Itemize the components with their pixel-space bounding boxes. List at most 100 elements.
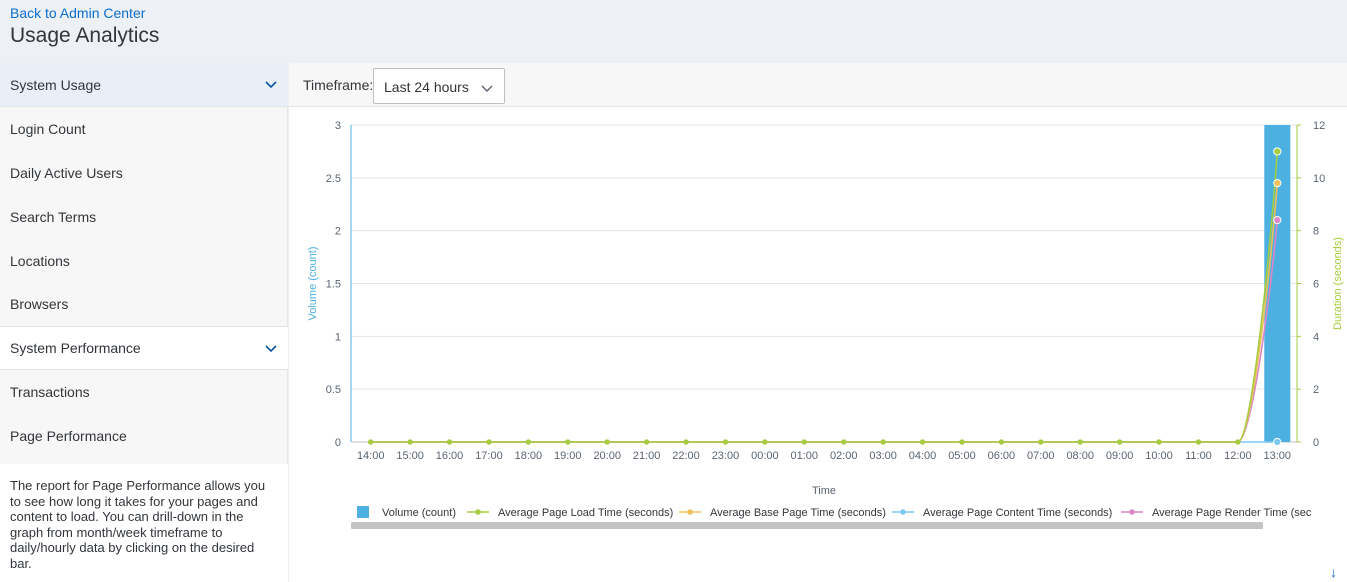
sidebar-item-page-performance[interactable]: Page Performance [0, 414, 288, 458]
sidebar-item-daily-active-users[interactable]: Daily Active Users [0, 151, 288, 195]
x-tick-label: 07:00 [1027, 450, 1055, 462]
y-axis-title: Volume (count) [307, 247, 319, 321]
timeframe-select[interactable]: Last 24 hours [373, 68, 505, 104]
x-tick-label: 02:00 [830, 450, 858, 462]
series-point [1117, 439, 1123, 445]
series-point [722, 439, 729, 445]
chevron-down-icon [265, 345, 277, 353]
sidebar-item-transactions[interactable]: Transactions [0, 370, 288, 414]
x-tick-label: 13:00 [1264, 450, 1292, 462]
x-axis-title: Time [812, 485, 836, 497]
series-point [644, 439, 650, 445]
x-tick-label: 18:00 [515, 450, 543, 462]
x-tick-label: 05:00 [948, 450, 976, 462]
y2-axis-title: Duration (seconds) [1332, 237, 1344, 330]
x-tick-label: 06:00 [988, 450, 1016, 462]
x-tick-label: 23:00 [712, 450, 740, 462]
series-point [762, 439, 768, 445]
y-tick-label: 1 [335, 331, 341, 343]
y2-tick-label: 2 [1313, 384, 1319, 396]
x-tick-label: 09:00 [1106, 450, 1134, 462]
y2-tick-label: 0 [1313, 437, 1319, 449]
legend-marker [900, 509, 906, 515]
series-point [525, 439, 531, 445]
sidebar-group-label: System Performance [10, 340, 141, 356]
legend-marker [687, 509, 693, 515]
series-point [841, 439, 847, 445]
series-point [1235, 439, 1241, 445]
series-point [683, 439, 689, 445]
legend-label: Volume (count) [382, 507, 456, 519]
x-tick-label: 22:00 [672, 450, 700, 462]
timeframe-value: Last 24 hours [384, 79, 469, 95]
page-performance-chart[interactable]: 0 0.5 1 1.5 2 2.5 3 0 2 4 6 8 10 12 14:00 15:00 16:00 17:… [289, 107, 1347, 582]
legend-label: Average Page Load Time (seconds) [498, 507, 673, 519]
x-tick-label: 10:00 [1145, 450, 1173, 462]
y-tick-label: 2.5 [326, 173, 341, 185]
y-tick-label: 3 [335, 120, 341, 132]
sidebar: System Usage Login Count Daily Active Us… [0, 63, 288, 582]
sidebar-item-search-terms[interactable]: Search Terms [0, 195, 288, 239]
sidebar-item-login-count[interactable]: Login Count [0, 107, 288, 151]
y2-tick-label: 8 [1313, 226, 1319, 238]
chevron-down-icon [481, 85, 493, 92]
page-title: Usage Analytics [10, 24, 160, 47]
sidebar-group-system-usage[interactable]: System Usage [0, 63, 288, 107]
series-point [1273, 437, 1282, 447]
legend-label: Average Page Content Time (seconds) [923, 507, 1112, 519]
x-tick-label: 00:00 [751, 450, 779, 462]
x-tick-label: 12:00 [1224, 450, 1252, 462]
series-point [801, 439, 807, 445]
x-tick-label: 04:00 [909, 450, 937, 462]
legend-swatch [357, 506, 369, 518]
series-point [1273, 179, 1282, 188]
y2-tick-label: 12 [1313, 120, 1325, 132]
series-point [959, 439, 965, 445]
series-point [486, 439, 492, 445]
sidebar-group-label: System Usage [10, 76, 102, 93]
series-point [1195, 439, 1202, 445]
legend-marker [1129, 509, 1135, 515]
series-point [1273, 216, 1282, 225]
legend-marker [475, 509, 481, 515]
y-tick-label: 1.5 [326, 279, 341, 291]
x-tick-label: 01:00 [791, 450, 819, 462]
y-tick-label: 0 [335, 437, 341, 449]
series-point [1038, 439, 1044, 445]
x-tick-label: 15:00 [396, 450, 424, 462]
main-content: Timeframe: Last 24 hours 0 0.5 1 1.5 2 2.5 3 0 2… [289, 63, 1347, 582]
series-point [998, 439, 1004, 445]
y2-tick-label: 10 [1313, 173, 1325, 185]
scroll-down-icon[interactable]: ↓ [1330, 564, 1337, 580]
series-point [407, 439, 413, 445]
x-tick-label: 03:00 [869, 450, 897, 462]
toolbar: Timeframe: Last 24 hours [289, 63, 1347, 107]
series-point [1273, 147, 1282, 156]
series-point [919, 439, 926, 445]
series-line [370, 220, 1279, 443]
x-tick-label: 11:00 [1185, 450, 1212, 462]
series-point [565, 439, 571, 445]
y2-tick-label: 6 [1313, 279, 1319, 291]
series-point [604, 439, 610, 445]
sidebar-item-browsers[interactable]: Browsers [0, 282, 288, 326]
series-point [1077, 439, 1083, 445]
y-tick-label: 0.5 [326, 384, 341, 396]
series-point [1156, 439, 1162, 445]
x-tick-label: 08:00 [1066, 450, 1094, 462]
sidebar-group-system-performance[interactable]: System Performance [0, 326, 288, 370]
x-tick-label: 20:00 [593, 450, 621, 462]
series-line [370, 151, 1279, 443]
timeframe-label: Timeframe: [303, 77, 374, 93]
series-point [880, 439, 886, 445]
back-to-admin-center-link[interactable]: Back to Admin Center [10, 5, 145, 21]
y2-tick-label: 4 [1313, 331, 1319, 343]
series-line [370, 183, 1279, 443]
sidebar-item-locations[interactable]: Locations [0, 239, 288, 283]
legend-scrollbar[interactable] [351, 522, 1263, 529]
x-tick-label: 19:00 [554, 450, 582, 462]
series-point [446, 439, 453, 445]
legend-label: Average Base Page Time (seconds) [710, 507, 886, 519]
legend-label: Average Page Render Time (sec [1152, 507, 1312, 519]
x-tick-label: 17:00 [475, 450, 503, 462]
